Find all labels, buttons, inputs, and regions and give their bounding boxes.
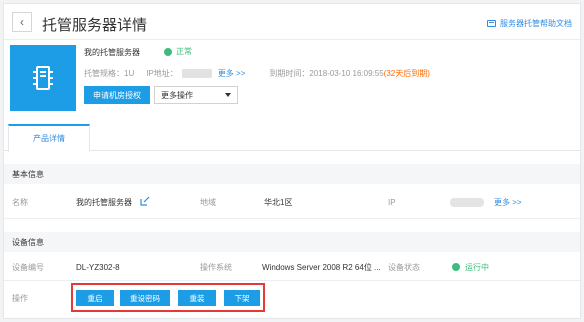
apply-authorization-button[interactable]: 申请机房授权 bbox=[84, 86, 150, 104]
spec-label: 托管规格：1U bbox=[84, 69, 135, 78]
back-button[interactable]: ‹ bbox=[12, 12, 32, 32]
expire-note: (32天后到期) bbox=[383, 69, 430, 78]
ip-label-basic: IP bbox=[388, 197, 396, 207]
device-status-label: 设备状态 bbox=[388, 262, 420, 272]
reset-password-button[interactable]: 重设密码 bbox=[120, 290, 170, 306]
server-summary: 我的托管服务器 正常 托管规格：1U IP地址： 更多 >> 到期时间：2018… bbox=[4, 41, 580, 119]
folder-icon bbox=[487, 20, 496, 27]
ip-label: IP地址： bbox=[146, 69, 178, 78]
os-value: Windows Server 2008 R2 64位 ... bbox=[262, 262, 381, 272]
server-icon bbox=[10, 45, 76, 111]
page-header: ‹ 托管服务器详情 服务器托管帮助文档 bbox=[4, 4, 580, 40]
chevron-left-icon: ‹ bbox=[20, 15, 24, 29]
os-label: 操作系统 bbox=[200, 262, 232, 272]
ip-redacted-basic bbox=[450, 197, 484, 207]
edit-icon[interactable] bbox=[140, 196, 150, 208]
reinstall-button[interactable]: 重装 bbox=[178, 290, 216, 306]
device-no-value: DL-YZ302-8 bbox=[76, 262, 120, 272]
decommission-button[interactable]: 下架 bbox=[224, 290, 260, 306]
name-value: 我的托管服务器 bbox=[76, 185, 150, 219]
more-actions-dropdown[interactable]: 更多操作 bbox=[154, 86, 238, 104]
help-link[interactable]: 服务器托管帮助文档 bbox=[487, 18, 572, 29]
basic-info-row: 名称 我的托管服务器 地域 华北1区 IP 更多 >> bbox=[4, 185, 580, 219]
running-dot-icon bbox=[452, 263, 460, 271]
caret-down-icon bbox=[225, 93, 231, 97]
device-status-text: 运行中 bbox=[465, 262, 489, 272]
basic-info-heading: 基本信息 bbox=[4, 164, 580, 184]
device-info-heading: 设备信息 bbox=[4, 232, 580, 252]
device-status-value: 运行中 bbox=[452, 253, 489, 281]
expire-label: 到期时间：2018-03-10 16:09:55 bbox=[269, 69, 384, 78]
more-actions-label: 更多操作 bbox=[161, 90, 193, 100]
status-dot-icon bbox=[164, 47, 172, 56]
tab-product-details[interactable]: 产品详情 bbox=[8, 124, 90, 152]
ip-redacted bbox=[181, 69, 212, 78]
status-text: 正常 bbox=[176, 47, 192, 56]
help-link-label: 服务器托管帮助文档 bbox=[500, 19, 572, 28]
server-meta: 托管规格：1U IP地址： 更多 >> 到期时间：2018-03-10 16:0… bbox=[84, 68, 430, 79]
status-badge: 正常 bbox=[164, 46, 192, 57]
restart-button[interactable]: 重启 bbox=[76, 290, 114, 306]
name-text: 我的托管服务器 bbox=[76, 197, 132, 207]
tab-bar: 产品详情 bbox=[4, 121, 580, 152]
server-name: 我的托管服务器 bbox=[84, 48, 140, 57]
device-no-label: 设备编号 bbox=[12, 262, 44, 272]
region-value: 华北1区 bbox=[264, 197, 293, 207]
ip-value: 更多 >> bbox=[450, 185, 522, 219]
ops-label: 操作 bbox=[12, 293, 28, 303]
name-label: 名称 bbox=[12, 197, 28, 207]
device-info-row: 设备编号 DL-YZ302-8 操作系统 Windows Server 2008… bbox=[4, 253, 580, 281]
basic-more-link[interactable]: 更多 >> bbox=[494, 197, 522, 208]
region-label: 地域 bbox=[200, 197, 216, 207]
page-title: 托管服务器详情 bbox=[42, 17, 148, 34]
detail-panel: ‹ 托管服务器详情 服务器托管帮助文档 我的托管服务器 正常 托管规格：1U I… bbox=[3, 3, 581, 319]
more-link[interactable]: 更多 >> bbox=[218, 68, 246, 79]
